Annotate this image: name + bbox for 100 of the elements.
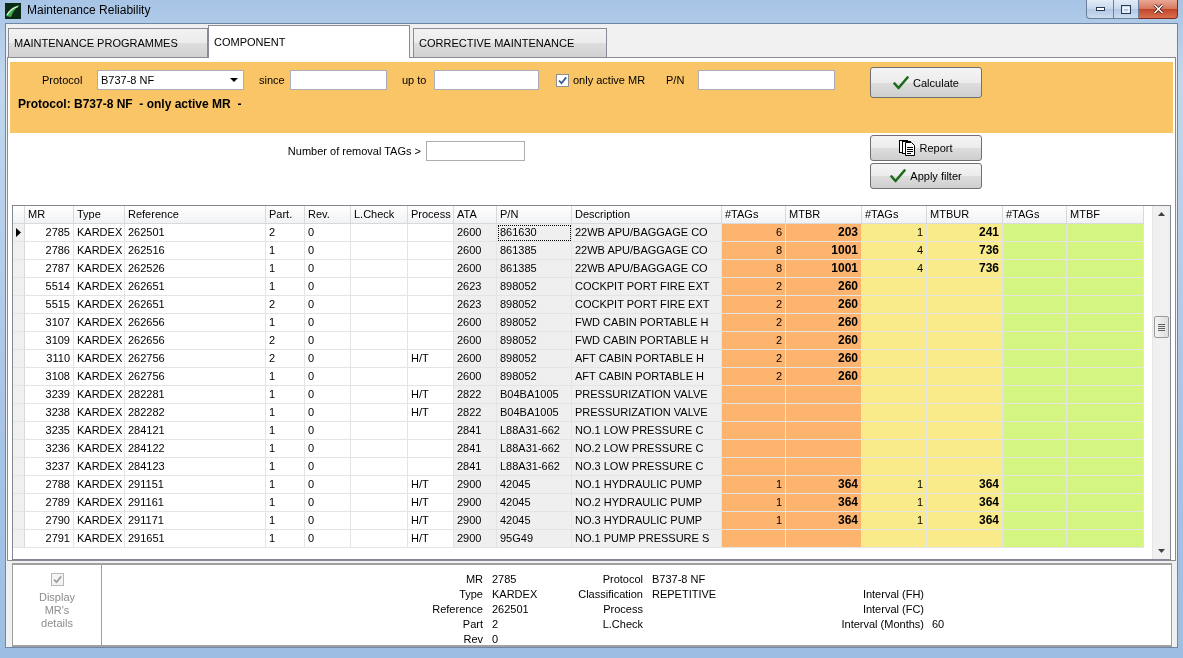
up-arrow-icon[interactable] — [1158, 212, 1165, 216]
table-cell: 0 — [305, 278, 351, 296]
table-cell: 3110 — [25, 350, 74, 368]
table-cell: 262526 — [125, 260, 266, 278]
table-cell: 262516 — [125, 242, 266, 260]
column-header[interactable]: MR — [25, 206, 74, 224]
removal-tags-label: Number of removal TAGs > — [286, 144, 421, 159]
tab[interactable]: MAINTENANCE PROGRAMMES — [8, 28, 208, 57]
table-cell: 22WB APU/BAGGAGE CO — [572, 224, 722, 242]
table-cell: 0 — [305, 296, 351, 314]
column-header[interactable]: Part. — [266, 206, 305, 224]
down-arrow-icon[interactable] — [1158, 549, 1165, 553]
column-header[interactable]: Type — [74, 206, 125, 224]
calculate-button[interactable]: Calculate — [870, 67, 982, 98]
table-cell: 364 — [927, 494, 1003, 512]
table-cell: 2900 — [454, 512, 497, 530]
table-cell: 6 — [722, 224, 786, 242]
table-cell: 0 — [305, 368, 351, 386]
column-header[interactable]: Process — [408, 206, 454, 224]
app-icon — [5, 3, 21, 19]
table-cell — [351, 404, 408, 422]
table-cell: 260 — [786, 350, 862, 368]
table-cell: 364 — [786, 512, 862, 530]
table-cell: 2600 — [454, 350, 497, 368]
maximize-button[interactable] — [1113, 0, 1139, 19]
table-cell: NO.2 LOW PRESSURE C — [572, 440, 722, 458]
table-cell: 2900 — [454, 530, 497, 548]
since-field[interactable] — [290, 70, 387, 90]
table-cell: 282281 — [125, 386, 266, 404]
report-button[interactable]: Report — [870, 135, 982, 161]
table-cell: 203 — [786, 224, 862, 242]
table-cell: 22WB APU/BAGGAGE CO — [572, 260, 722, 278]
table-cell: KARDEX — [74, 350, 125, 368]
table-cell: B04BA1005 — [497, 404, 572, 422]
column-header[interactable]: P/N — [497, 206, 572, 224]
column-header[interactable]: #TAGs — [722, 206, 786, 224]
minimize-button[interactable] — [1086, 0, 1113, 19]
table-cell: PRESSURIZATION VALVE — [572, 404, 722, 422]
close-button[interactable] — [1139, 0, 1178, 19]
scrollbar-thumb[interactable] — [1154, 316, 1169, 338]
column-header[interactable]: Description — [572, 206, 722, 224]
column-header[interactable]: Reference — [125, 206, 266, 224]
removal-tags-field[interactable] — [426, 141, 525, 161]
table-cell: 2787 — [25, 260, 74, 278]
protocol-dropdown[interactable]: B737-8 NF — [97, 70, 244, 90]
table-cell: 898052 — [497, 332, 572, 350]
column-header[interactable]: Rev. — [305, 206, 351, 224]
table-cell: 1 — [266, 278, 305, 296]
table-cell — [351, 476, 408, 494]
scrollbar[interactable] — [1152, 206, 1170, 559]
table-cell: 0 — [305, 476, 351, 494]
caret-icon — [230, 78, 238, 82]
table-cell: 3235 — [25, 422, 74, 440]
table-cell: 898052 — [497, 368, 572, 386]
table-cell — [351, 314, 408, 332]
column-header[interactable]: ATA — [454, 206, 497, 224]
table-cell: 291161 — [125, 494, 266, 512]
apply-filter-button[interactable]: Apply filter — [870, 163, 982, 189]
table-cell: 2 — [266, 224, 305, 242]
table-cell: 2822 — [454, 404, 497, 422]
protocol-label: Protocol — [42, 73, 84, 88]
table-cell: 1 — [266, 458, 305, 476]
detail-label: Protocol — [601, 572, 643, 587]
table-cell: 2 — [266, 350, 305, 368]
detail-value: REPETITIVE — [652, 587, 718, 602]
tab[interactable]: CORRECTIVE MAINTENANCE — [413, 28, 607, 57]
checkmark-icon — [890, 169, 907, 183]
table-cell: 898052 — [497, 278, 572, 296]
table-cell — [351, 332, 408, 350]
up-to-field[interactable] — [434, 70, 539, 90]
detail-value: B737-8 NF — [652, 572, 707, 587]
column-header[interactable]: #TAGs — [1003, 206, 1067, 224]
table-cell: NO.1 HYDRAULIC PUMP — [572, 476, 722, 494]
tab[interactable]: COMPONENT — [208, 25, 410, 58]
table-cell — [351, 242, 408, 260]
table-cell: 2623 — [454, 296, 497, 314]
table-cell: 2 — [722, 350, 786, 368]
table-cell: 0 — [305, 224, 351, 242]
column-header[interactable]: MTBR — [786, 206, 862, 224]
table-cell: 3107 — [25, 314, 74, 332]
part-number-field[interactable] — [698, 70, 835, 90]
table-cell: 2600 — [454, 332, 497, 350]
table-cell: KARDEX — [74, 476, 125, 494]
checkbox[interactable] — [556, 74, 569, 87]
table-cell: 736 — [927, 260, 1003, 278]
table-cell: PRESSURIZATION VALVE — [572, 386, 722, 404]
column-header[interactable]: #TAGs — [862, 206, 927, 224]
column-header[interactable]: L.Check — [351, 206, 408, 224]
table-cell: 0 — [305, 332, 351, 350]
table-cell: 1 — [266, 386, 305, 404]
table-cell — [351, 512, 408, 530]
row-selector[interactable] — [13, 224, 25, 242]
table-cell: NO.3 HYDRAULIC PUMP — [572, 512, 722, 530]
table-cell — [351, 440, 408, 458]
column-header[interactable]: MTBF — [1067, 206, 1144, 224]
column-header[interactable]: MTBUR — [927, 206, 1003, 224]
table-cell: 1 — [862, 512, 927, 530]
table-cell: 2900 — [454, 476, 497, 494]
table-cell — [351, 494, 408, 512]
table-cell: 3109 — [25, 332, 74, 350]
